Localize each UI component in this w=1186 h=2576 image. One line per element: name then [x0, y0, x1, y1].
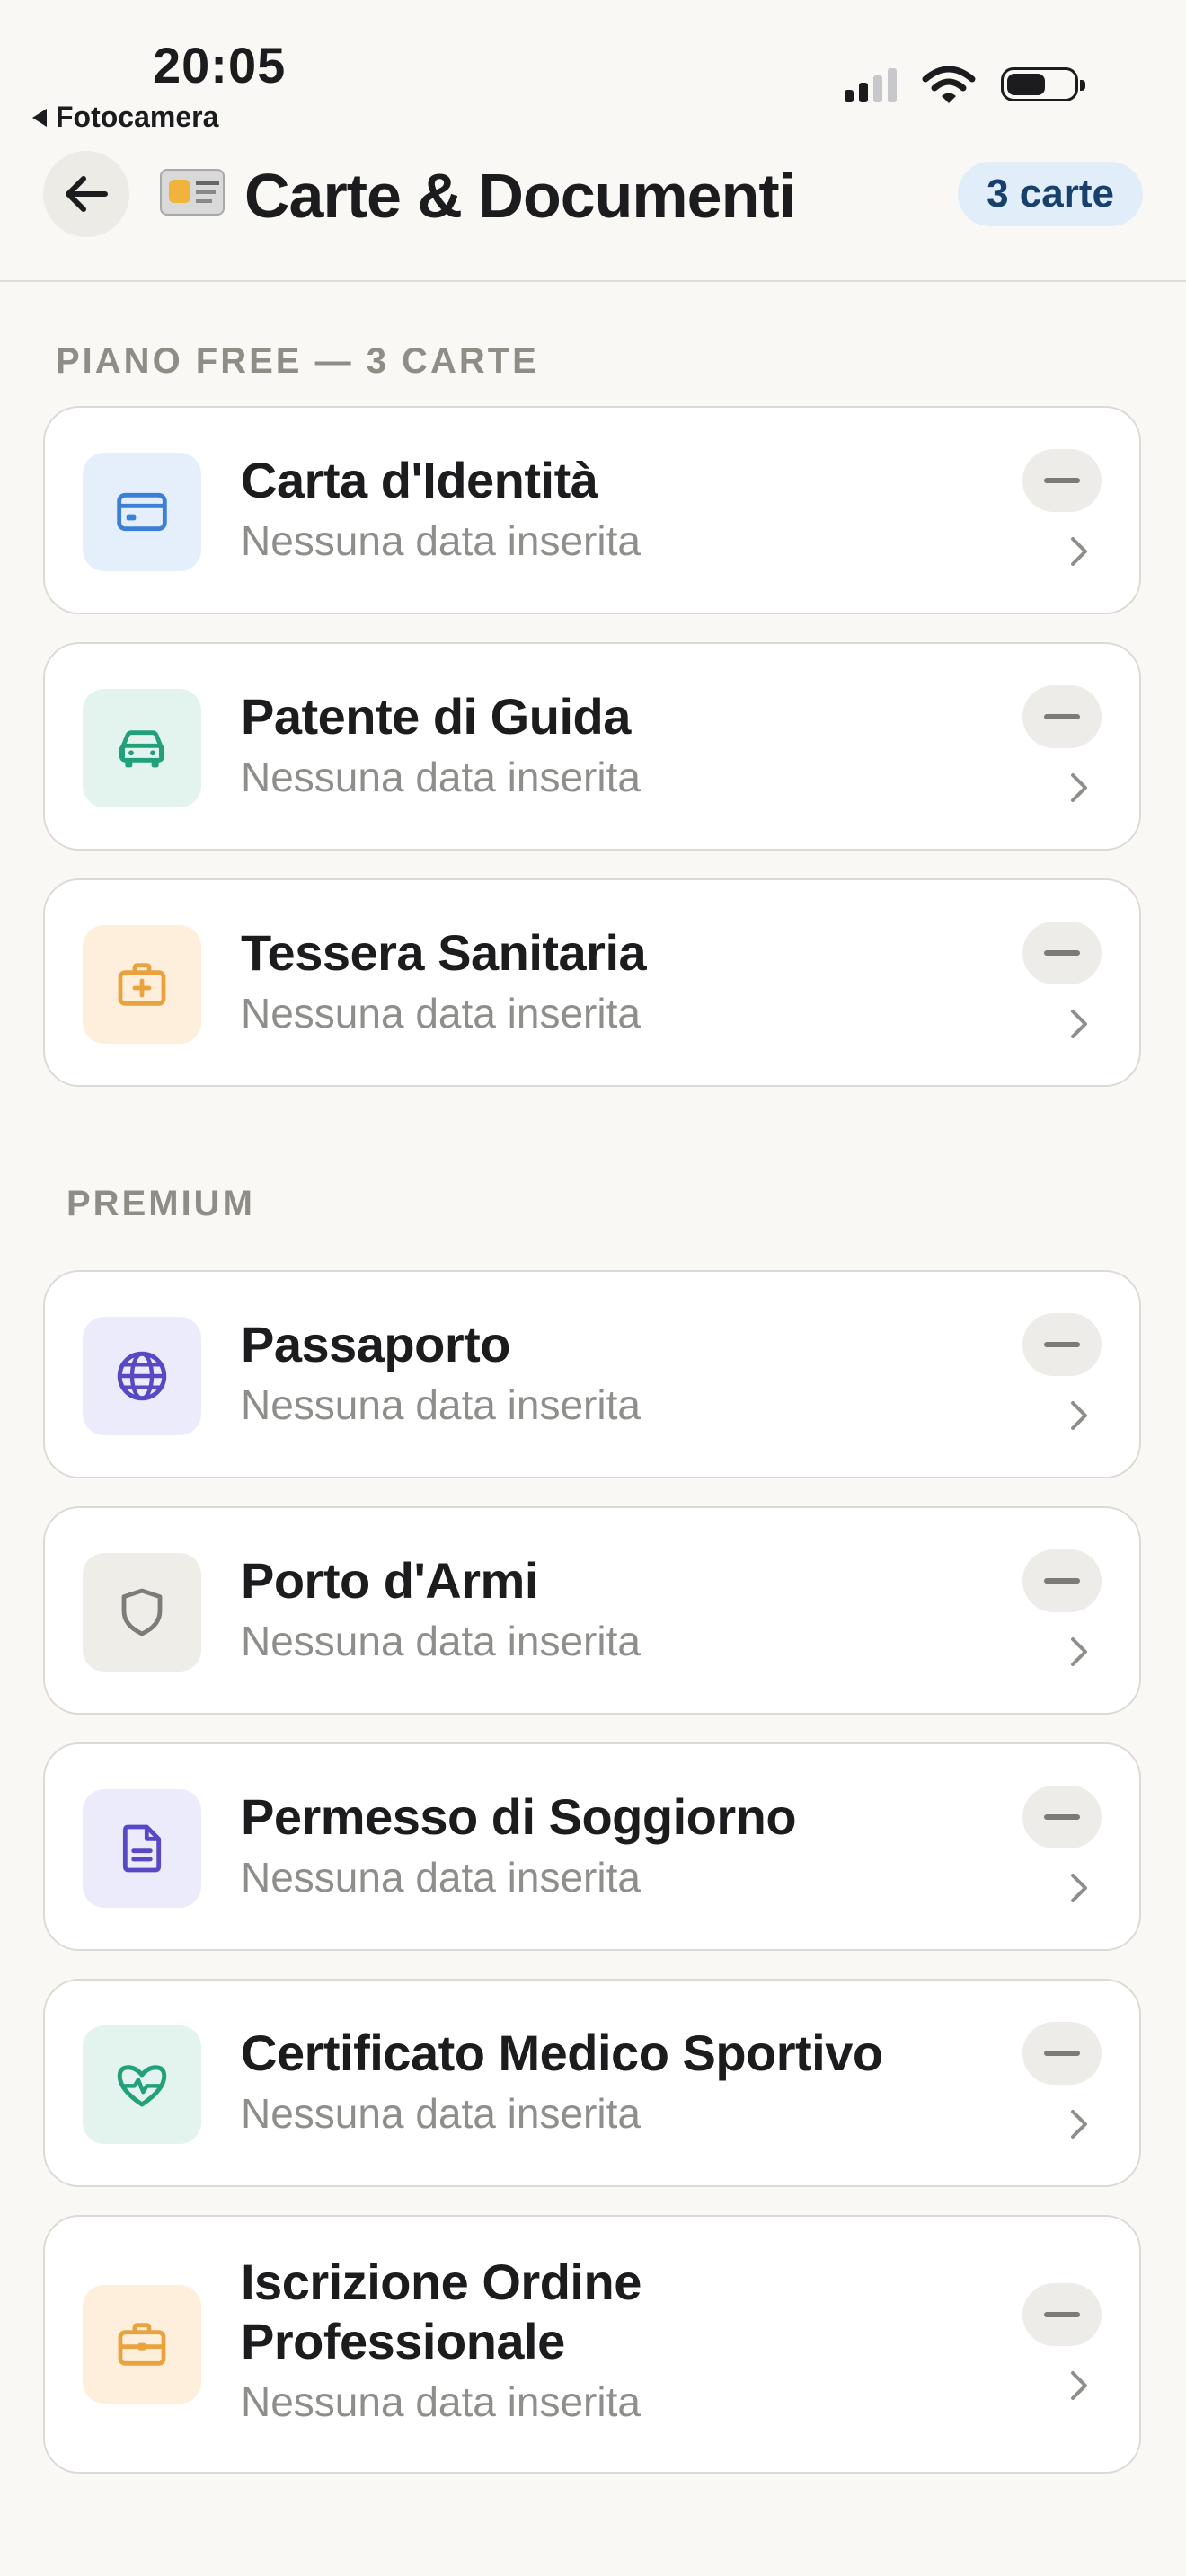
shield-icon	[121, 1588, 163, 1636]
card-icon-container	[83, 2285, 201, 2404]
back-to-app-link[interactable]: Fotocamera	[32, 101, 218, 134]
remove-card-button[interactable]	[1022, 1313, 1102, 1376]
card-item-passaporto[interactable]: Passaporto Nessuna data inserita	[43, 1270, 1141, 1478]
chevron-right-icon	[1071, 1874, 1087, 1902]
minus-icon	[1044, 2051, 1080, 2056]
page-title: Carte & Documenti	[244, 161, 796, 231]
remove-card-button[interactable]	[1022, 449, 1102, 512]
card-item-iscrizione-ordine[interactable]: Iscrizione Ordine Professionale Nessuna …	[43, 2215, 1141, 2474]
card-title: Tessera Sanitaria	[241, 924, 647, 981]
remove-card-button[interactable]	[1022, 2022, 1102, 2085]
card-title: Passaporto	[241, 1316, 511, 1372]
card-title: Porto d'Armi	[241, 1552, 538, 1609]
card-icon-container	[83, 453, 201, 571]
card-title: Certificato Medico Sportivo	[241, 2025, 883, 2081]
card-subtitle: Nessuna data inserita	[241, 990, 641, 1037]
minus-icon	[1044, 1814, 1080, 1820]
section-label-free: PIANO FREE — 3 CARTE	[56, 341, 539, 381]
chevron-right-icon	[1071, 1401, 1087, 1430]
status-bar: 20:05 Fotocamera	[0, 0, 1186, 144]
card-subtitle: Nessuna data inserita	[241, 1618, 641, 1664]
card-subtitle: Nessuna data inserita	[241, 754, 641, 800]
minus-icon	[1044, 478, 1080, 483]
medical-kit-icon	[118, 963, 166, 1006]
chevron-right-icon	[1071, 2371, 1087, 2400]
remove-card-button[interactable]	[1022, 685, 1102, 748]
system-icons	[845, 65, 1085, 104]
minus-icon	[1044, 1578, 1080, 1584]
card-subtitle: Nessuna data inserita	[241, 517, 641, 564]
card-item-tessera-sanitaria[interactable]: Tessera Sanitaria Nessuna data inserita	[43, 878, 1141, 1087]
heart-pulse-icon	[117, 2065, 167, 2107]
remove-card-button[interactable]	[1022, 922, 1102, 984]
card-count-badge: 3 carte	[958, 162, 1143, 226]
car-icon	[119, 730, 165, 768]
card-subtitle: Nessuna data inserita	[241, 1854, 641, 1901]
card-subtitle: Nessuna data inserita	[241, 1381, 641, 1428]
card-icon-container	[83, 1789, 201, 1908]
minus-icon	[1044, 714, 1080, 719]
card-item-permesso-soggiorno[interactable]: Permesso di Soggiorno Nessuna data inser…	[43, 1742, 1141, 1951]
card-icon-container	[83, 1553, 201, 1672]
minus-icon	[1044, 950, 1080, 956]
credit-card-icon	[117, 492, 167, 532]
card-subtitle: Nessuna data inserita	[241, 2378, 641, 2425]
card-item-patente[interactable]: Patente di Guida Nessuna data inserita	[43, 642, 1141, 851]
remove-card-button[interactable]	[1022, 1786, 1102, 1848]
nav-header: Carte & Documenti 3 carte	[0, 144, 1186, 282]
card-subtitle: Nessuna data inserita	[241, 2090, 641, 2137]
card-icon-container	[83, 925, 201, 1044]
chevron-right-icon	[1071, 1010, 1087, 1038]
card-title: Permesso di Soggiorno	[241, 1788, 797, 1845]
chevron-right-icon	[1071, 2110, 1087, 2139]
cellular-signal-icon	[845, 66, 897, 102]
card-icon-container	[83, 2025, 201, 2144]
back-app-label: Fotocamera	[56, 101, 219, 133]
card-item-carta-identita[interactable]: Carta d'Identità Nessuna data inserita	[43, 406, 1141, 614]
document-icon	[122, 1824, 162, 1873]
card-item-porto-armi[interactable]: Porto d'Armi Nessuna data inserita	[43, 1506, 1141, 1715]
wifi-icon	[922, 66, 976, 103]
arrow-left-icon	[66, 176, 108, 212]
card-icon-container	[83, 1317, 201, 1435]
back-triangle-icon	[32, 108, 47, 127]
chevron-right-icon	[1071, 537, 1087, 566]
back-button[interactable]	[43, 151, 129, 237]
id-card-emoji-icon	[160, 169, 225, 216]
remove-card-button[interactable]	[1022, 2283, 1102, 2346]
minus-icon	[1044, 2312, 1080, 2317]
card-title: Patente di Guida	[241, 688, 631, 745]
card-item-certificato-medico[interactable]: Certificato Medico Sportivo Nessuna data…	[43, 1979, 1141, 2187]
briefcase-icon	[118, 2323, 166, 2366]
battery-icon	[1001, 67, 1085, 101]
remove-card-button[interactable]	[1022, 1549, 1102, 1612]
globe-icon	[117, 1351, 167, 1401]
minus-icon	[1044, 1342, 1080, 1347]
card-icon-container	[83, 689, 201, 807]
card-title: Iscrizione Ordine Professionale	[241, 2254, 642, 2369]
chevron-right-icon	[1071, 1637, 1087, 1666]
chevron-right-icon	[1071, 773, 1087, 802]
status-time: 20:05	[153, 37, 287, 93]
section-label-premium: PREMIUM	[66, 1184, 255, 1223]
card-title: Carta d'Identità	[241, 452, 598, 508]
